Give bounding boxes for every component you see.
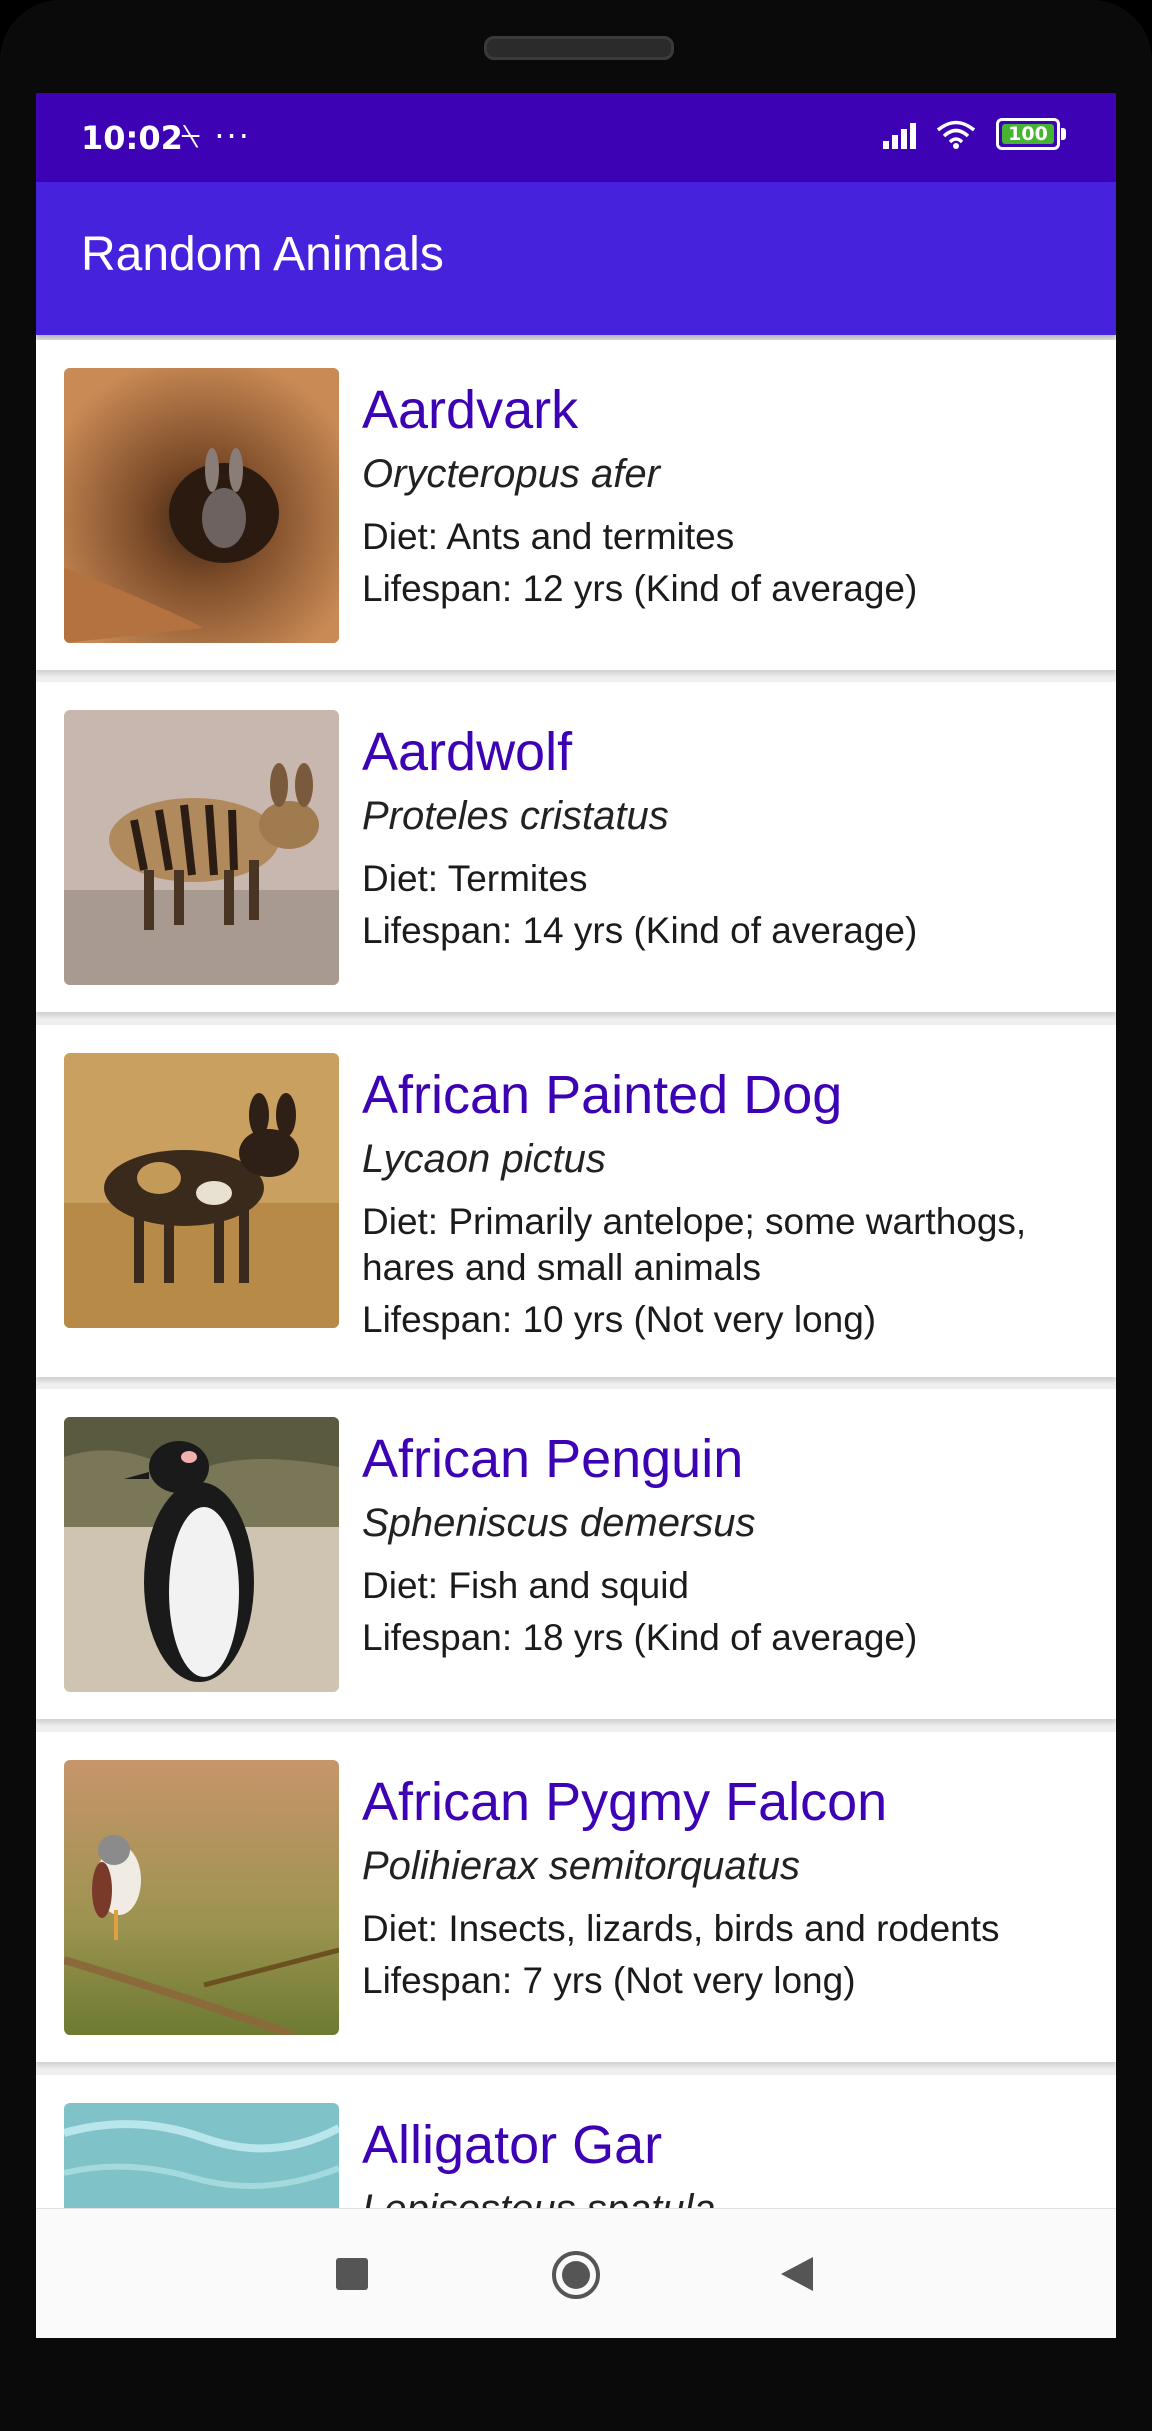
status-time: 10:02 xyxy=(81,119,183,157)
battery-level: 100 xyxy=(1008,123,1048,145)
phone-screen: 10:02 ⍀ ··· 100 Random Animals Aardvark … xyxy=(36,93,1116,2338)
square-icon xyxy=(336,2258,368,2290)
animal-card[interactable]: Aardvark Orycteropus afer Diet: Ants and… xyxy=(36,340,1116,670)
animal-photo xyxy=(64,1760,339,2035)
animal-info: Aardvark Orycteropus afer Diet: Ants and… xyxy=(362,378,1086,612)
animal-card[interactable]: African Painted Dog Lycaon pictus Diet: … xyxy=(36,1025,1116,1377)
animal-scientific-name: Polihierax semitorquatus xyxy=(362,1844,800,1888)
animal-name: African Pygmy Falcon xyxy=(362,1772,888,1832)
animal-diet: Diet: Primarily antelope; some warthogs,… xyxy=(362,1201,1027,1288)
animal-lifespan: Lifespan: 7 yrs (Not very long) xyxy=(362,1960,856,2001)
animal-lifespan: Lifespan: 12 yrs (Kind of average) xyxy=(362,568,918,609)
animal-photo xyxy=(64,1417,339,1692)
animal-diet: Diet: Ants and termites xyxy=(362,516,735,557)
status-icons: 100 xyxy=(883,118,1066,150)
animal-info: African Penguin Spheniscus demersus Diet… xyxy=(362,1427,1086,1661)
animal-photo xyxy=(64,368,339,643)
status-bar: 10:02 ⍀ ··· 100 xyxy=(36,93,1116,182)
animal-lifespan: Lifespan: 10 yrs (Not very long) xyxy=(362,1299,877,1340)
animal-lifespan: Lifespan: 14 yrs (Kind of average) xyxy=(362,910,918,951)
back-button[interactable] xyxy=(779,2255,815,2297)
animal-name: African Penguin xyxy=(362,1429,744,1489)
notification-icons: ⍀ ··· xyxy=(181,117,251,155)
circle-icon xyxy=(552,2251,600,2299)
earpiece-speaker xyxy=(484,36,674,60)
animal-lifespan: Lifespan: 18 yrs (Kind of average) xyxy=(362,1617,918,1658)
animal-scientific-name: Spheniscus demersus xyxy=(362,1501,756,1545)
animal-info: African Pygmy Falcon Polihierax semitorq… xyxy=(362,1770,1086,2004)
animal-card[interactable]: African Pygmy Falcon Polihierax semitorq… xyxy=(36,1732,1116,2062)
animal-name: Alligator Gar xyxy=(362,2115,663,2175)
animal-name: Aardwolf xyxy=(362,722,573,782)
animal-diet: Diet: Termites xyxy=(362,858,588,899)
animal-card[interactable]: Aardwolf Proteles cristatus Diet: Termit… xyxy=(36,682,1116,1012)
animal-diet: Diet: Insects, lizards, birds and rodent… xyxy=(362,1908,1000,1949)
home-button[interactable] xyxy=(551,2250,601,2304)
battery-icon: 100 xyxy=(996,118,1066,150)
animal-info: Aardwolf Proteles cristatus Diet: Termit… xyxy=(362,720,1086,954)
animal-scientific-name: Lycaon pictus xyxy=(362,1137,606,1181)
app-bar: Random Animals xyxy=(36,182,1116,335)
triangle-back-icon xyxy=(781,2257,813,2291)
recents-button[interactable] xyxy=(335,2257,369,2295)
animal-info: African Painted Dog Lycaon pictus Diet: … xyxy=(362,1063,1086,1343)
animal-scientific-name: Proteles cristatus xyxy=(362,794,669,838)
navigation-bar xyxy=(36,2208,1116,2338)
animal-card[interactable]: African Penguin Spheniscus demersus Diet… xyxy=(36,1389,1116,1719)
animal-photo xyxy=(64,710,339,985)
animal-diet: Diet: Fish and squid xyxy=(362,1565,690,1606)
animal-name: Aardvark xyxy=(362,380,579,440)
animal-photo xyxy=(64,1053,339,1328)
signal-icon xyxy=(883,119,916,149)
app-title: Random Animals xyxy=(81,228,444,281)
animal-name: African Painted Dog xyxy=(362,1065,843,1125)
animal-scientific-name: Orycteropus afer xyxy=(362,452,660,496)
wifi-icon xyxy=(936,120,976,149)
